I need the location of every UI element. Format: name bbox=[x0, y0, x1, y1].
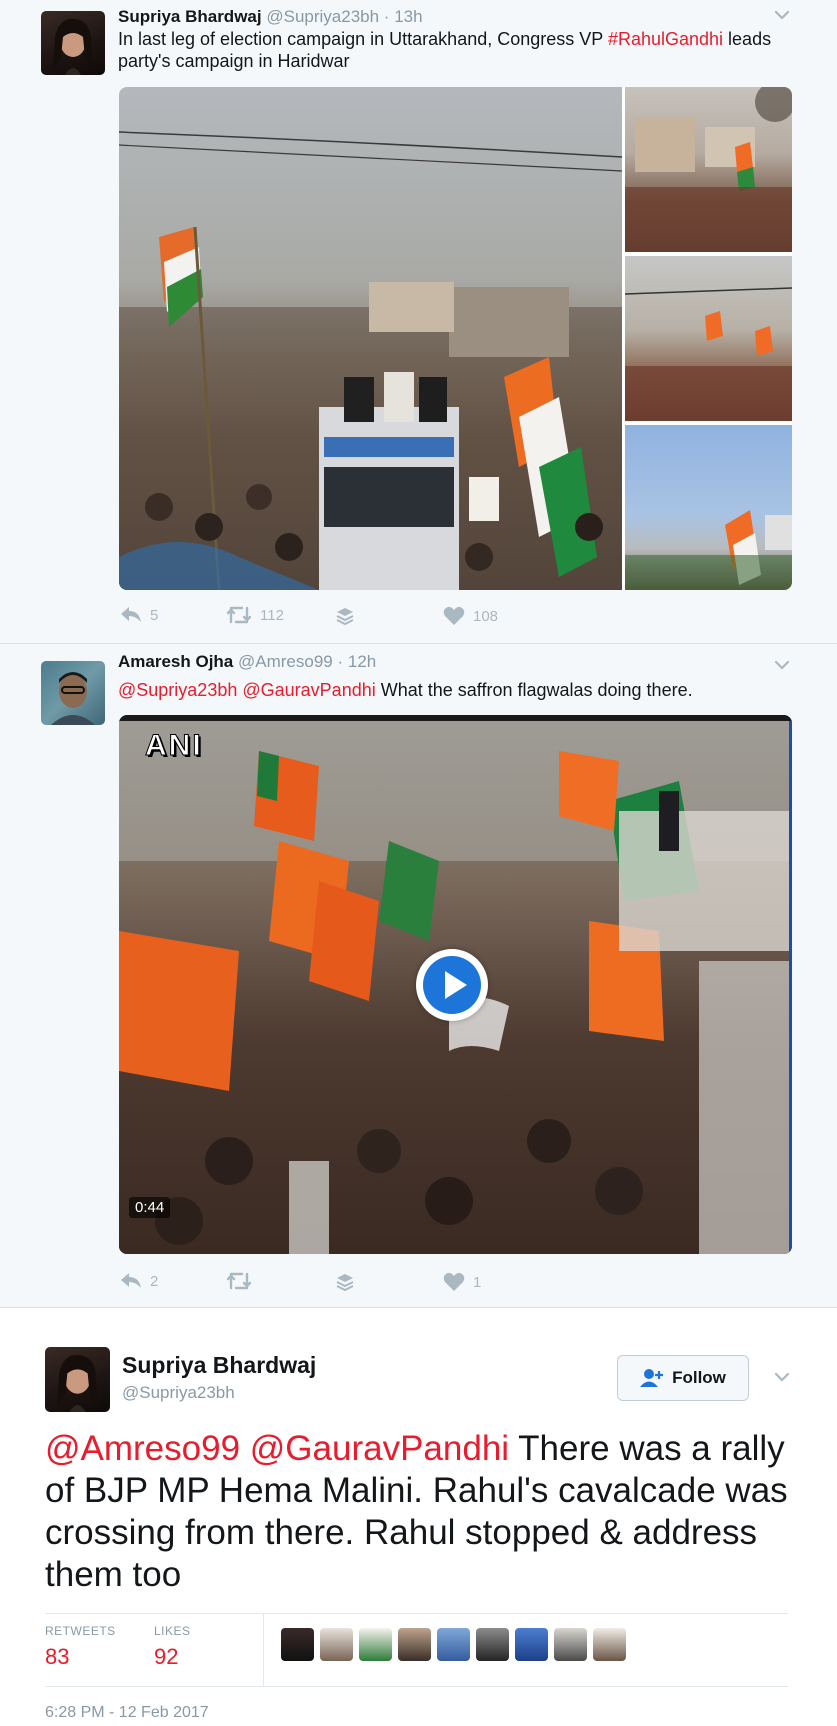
chevron-down-icon[interactable] bbox=[773, 656, 791, 674]
avatar[interactable] bbox=[41, 11, 105, 75]
liker-avatar[interactable] bbox=[281, 1628, 314, 1661]
liker-avatar[interactable] bbox=[398, 1628, 431, 1661]
photo-thumb-2[interactable] bbox=[625, 256, 792, 421]
likes-label: LIKES bbox=[154, 1624, 191, 1638]
separator-dot: · bbox=[383, 7, 390, 26]
stack-button[interactable] bbox=[335, 1272, 355, 1292]
reply-count: 2 bbox=[150, 1272, 159, 1290]
liker-avatar[interactable] bbox=[554, 1628, 587, 1661]
tweet-header: Amaresh Ojha @Amreso99 · 12h bbox=[118, 652, 376, 672]
liker-avatar[interactable] bbox=[515, 1628, 548, 1661]
author-handle[interactable]: @Amreso99 bbox=[238, 652, 333, 671]
photo-main[interactable] bbox=[119, 87, 622, 590]
photo-thumb-1[interactable] bbox=[625, 87, 792, 252]
reply-button[interactable]: 5 bbox=[120, 606, 158, 624]
heart-icon bbox=[443, 1272, 465, 1291]
like-count: 108 bbox=[473, 607, 499, 625]
liker-avatar[interactable] bbox=[437, 1628, 470, 1661]
follow-button[interactable]: Follow bbox=[617, 1355, 749, 1401]
author-handle[interactable]: @Supriya23bh bbox=[266, 7, 379, 26]
retweets-value: 83 bbox=[45, 1644, 70, 1669]
tweet-time[interactable]: 13h bbox=[394, 7, 422, 26]
retweets-label: RETWEETS bbox=[45, 1624, 116, 1638]
retweet-icon bbox=[226, 606, 252, 624]
tweet-time[interactable]: 12h bbox=[348, 652, 376, 671]
tweet-1[interactable]: Supriya Bhardwaj @Supriya23bh · 13h In l… bbox=[0, 0, 837, 644]
chevron-down-icon[interactable] bbox=[773, 6, 791, 24]
tweet-text: @Supriya23bh @GauravPandhi What the saff… bbox=[118, 679, 798, 701]
video-watermark: ANI bbox=[145, 729, 203, 763]
add-user-icon bbox=[640, 1369, 664, 1387]
mention-link[interactable]: @GauravPandhi bbox=[250, 1429, 509, 1468]
reply-count: 5 bbox=[150, 606, 159, 624]
retweet-icon bbox=[226, 1272, 252, 1290]
stack-icon bbox=[336, 608, 354, 626]
avatar[interactable] bbox=[45, 1347, 110, 1412]
author-name[interactable]: Supriya Bhardwaj bbox=[122, 1352, 316, 1379]
mention-link[interactable]: @Amreso99 bbox=[45, 1429, 240, 1468]
mention-link[interactable]: @Supriya23bh bbox=[118, 680, 237, 700]
stack-icon bbox=[336, 1274, 354, 1292]
photo-thumb-3[interactable] bbox=[625, 425, 792, 590]
retweet-button[interactable]: 112 bbox=[226, 606, 284, 624]
avatar[interactable] bbox=[41, 661, 105, 725]
likes-value: 92 bbox=[154, 1644, 179, 1669]
tweet-text-part: What the saffron flagwalas doing there. bbox=[375, 680, 693, 700]
mention-link[interactable]: @GauravPandhi bbox=[242, 680, 375, 700]
tweet-actions: 2 1 bbox=[118, 1272, 718, 1296]
like-button[interactable]: 1 bbox=[443, 1272, 481, 1292]
tweet-text: In last leg of election campaign in Utta… bbox=[118, 28, 798, 72]
retweet-count: 112 bbox=[260, 606, 284, 624]
reply-button[interactable]: 2 bbox=[120, 1272, 158, 1290]
chevron-down-icon[interactable] bbox=[773, 1368, 791, 1386]
liker-avatar[interactable] bbox=[359, 1628, 392, 1661]
tweet-actions: 5 112 108 bbox=[118, 606, 718, 630]
tweet-timestamp[interactable]: 6:28 PM - 12 Feb 2017 bbox=[45, 1704, 209, 1722]
author-name[interactable]: Supriya Bhardwaj bbox=[118, 7, 262, 26]
hashtag-link[interactable]: #RahulGandhi bbox=[608, 29, 723, 49]
tweet-text-part: leads bbox=[723, 29, 772, 49]
author-handle[interactable]: @Supriya23bh bbox=[122, 1383, 235, 1403]
tweet-stats: RETWEETS 83 LIKES 92 bbox=[45, 1613, 788, 1687]
liker-avatar[interactable] bbox=[476, 1628, 509, 1661]
photo-grid bbox=[119, 87, 792, 590]
video-border bbox=[789, 721, 792, 1254]
tweet-text: @Amreso99 @GauravPandhi There was a rall… bbox=[45, 1428, 795, 1596]
play-button[interactable] bbox=[416, 949, 488, 1021]
like-count: 1 bbox=[473, 1273, 482, 1291]
retweets-stat[interactable]: RETWEETS 83 bbox=[45, 1624, 116, 1670]
likes-stat[interactable]: LIKES 92 bbox=[154, 1624, 191, 1670]
play-icon bbox=[423, 956, 481, 1014]
reply-icon bbox=[121, 607, 141, 622]
like-button[interactable]: 108 bbox=[443, 606, 498, 626]
author-name[interactable]: Amaresh Ojha bbox=[118, 652, 233, 671]
liker-avatar[interactable] bbox=[320, 1628, 353, 1661]
video-player[interactable]: ANI 0:44 bbox=[119, 715, 792, 1254]
tweet-2[interactable]: Amaresh Ojha @Amreso99 · 12h @Supriya23b… bbox=[0, 644, 837, 1308]
tweet-header: Supriya Bhardwaj @Supriya23bh · 13h bbox=[118, 7, 423, 27]
stack-button[interactable] bbox=[335, 606, 355, 626]
focused-tweet[interactable]: Supriya Bhardwaj @Supriya23bh Follow @Am… bbox=[0, 1308, 837, 1726]
stats-divider bbox=[263, 1614, 264, 1686]
heart-icon bbox=[443, 606, 465, 625]
liker-avatar[interactable] bbox=[593, 1628, 626, 1661]
video-duration: 0:44 bbox=[129, 1197, 171, 1218]
follow-label: Follow bbox=[672, 1368, 726, 1387]
separator-dot: · bbox=[337, 652, 344, 671]
tweet-text-part: In last leg of election campaign in Utta… bbox=[118, 29, 608, 49]
tweet-text-part: party's campaign in Haridwar bbox=[118, 51, 350, 71]
retweet-button[interactable] bbox=[226, 1272, 252, 1290]
reply-icon bbox=[121, 1273, 141, 1288]
